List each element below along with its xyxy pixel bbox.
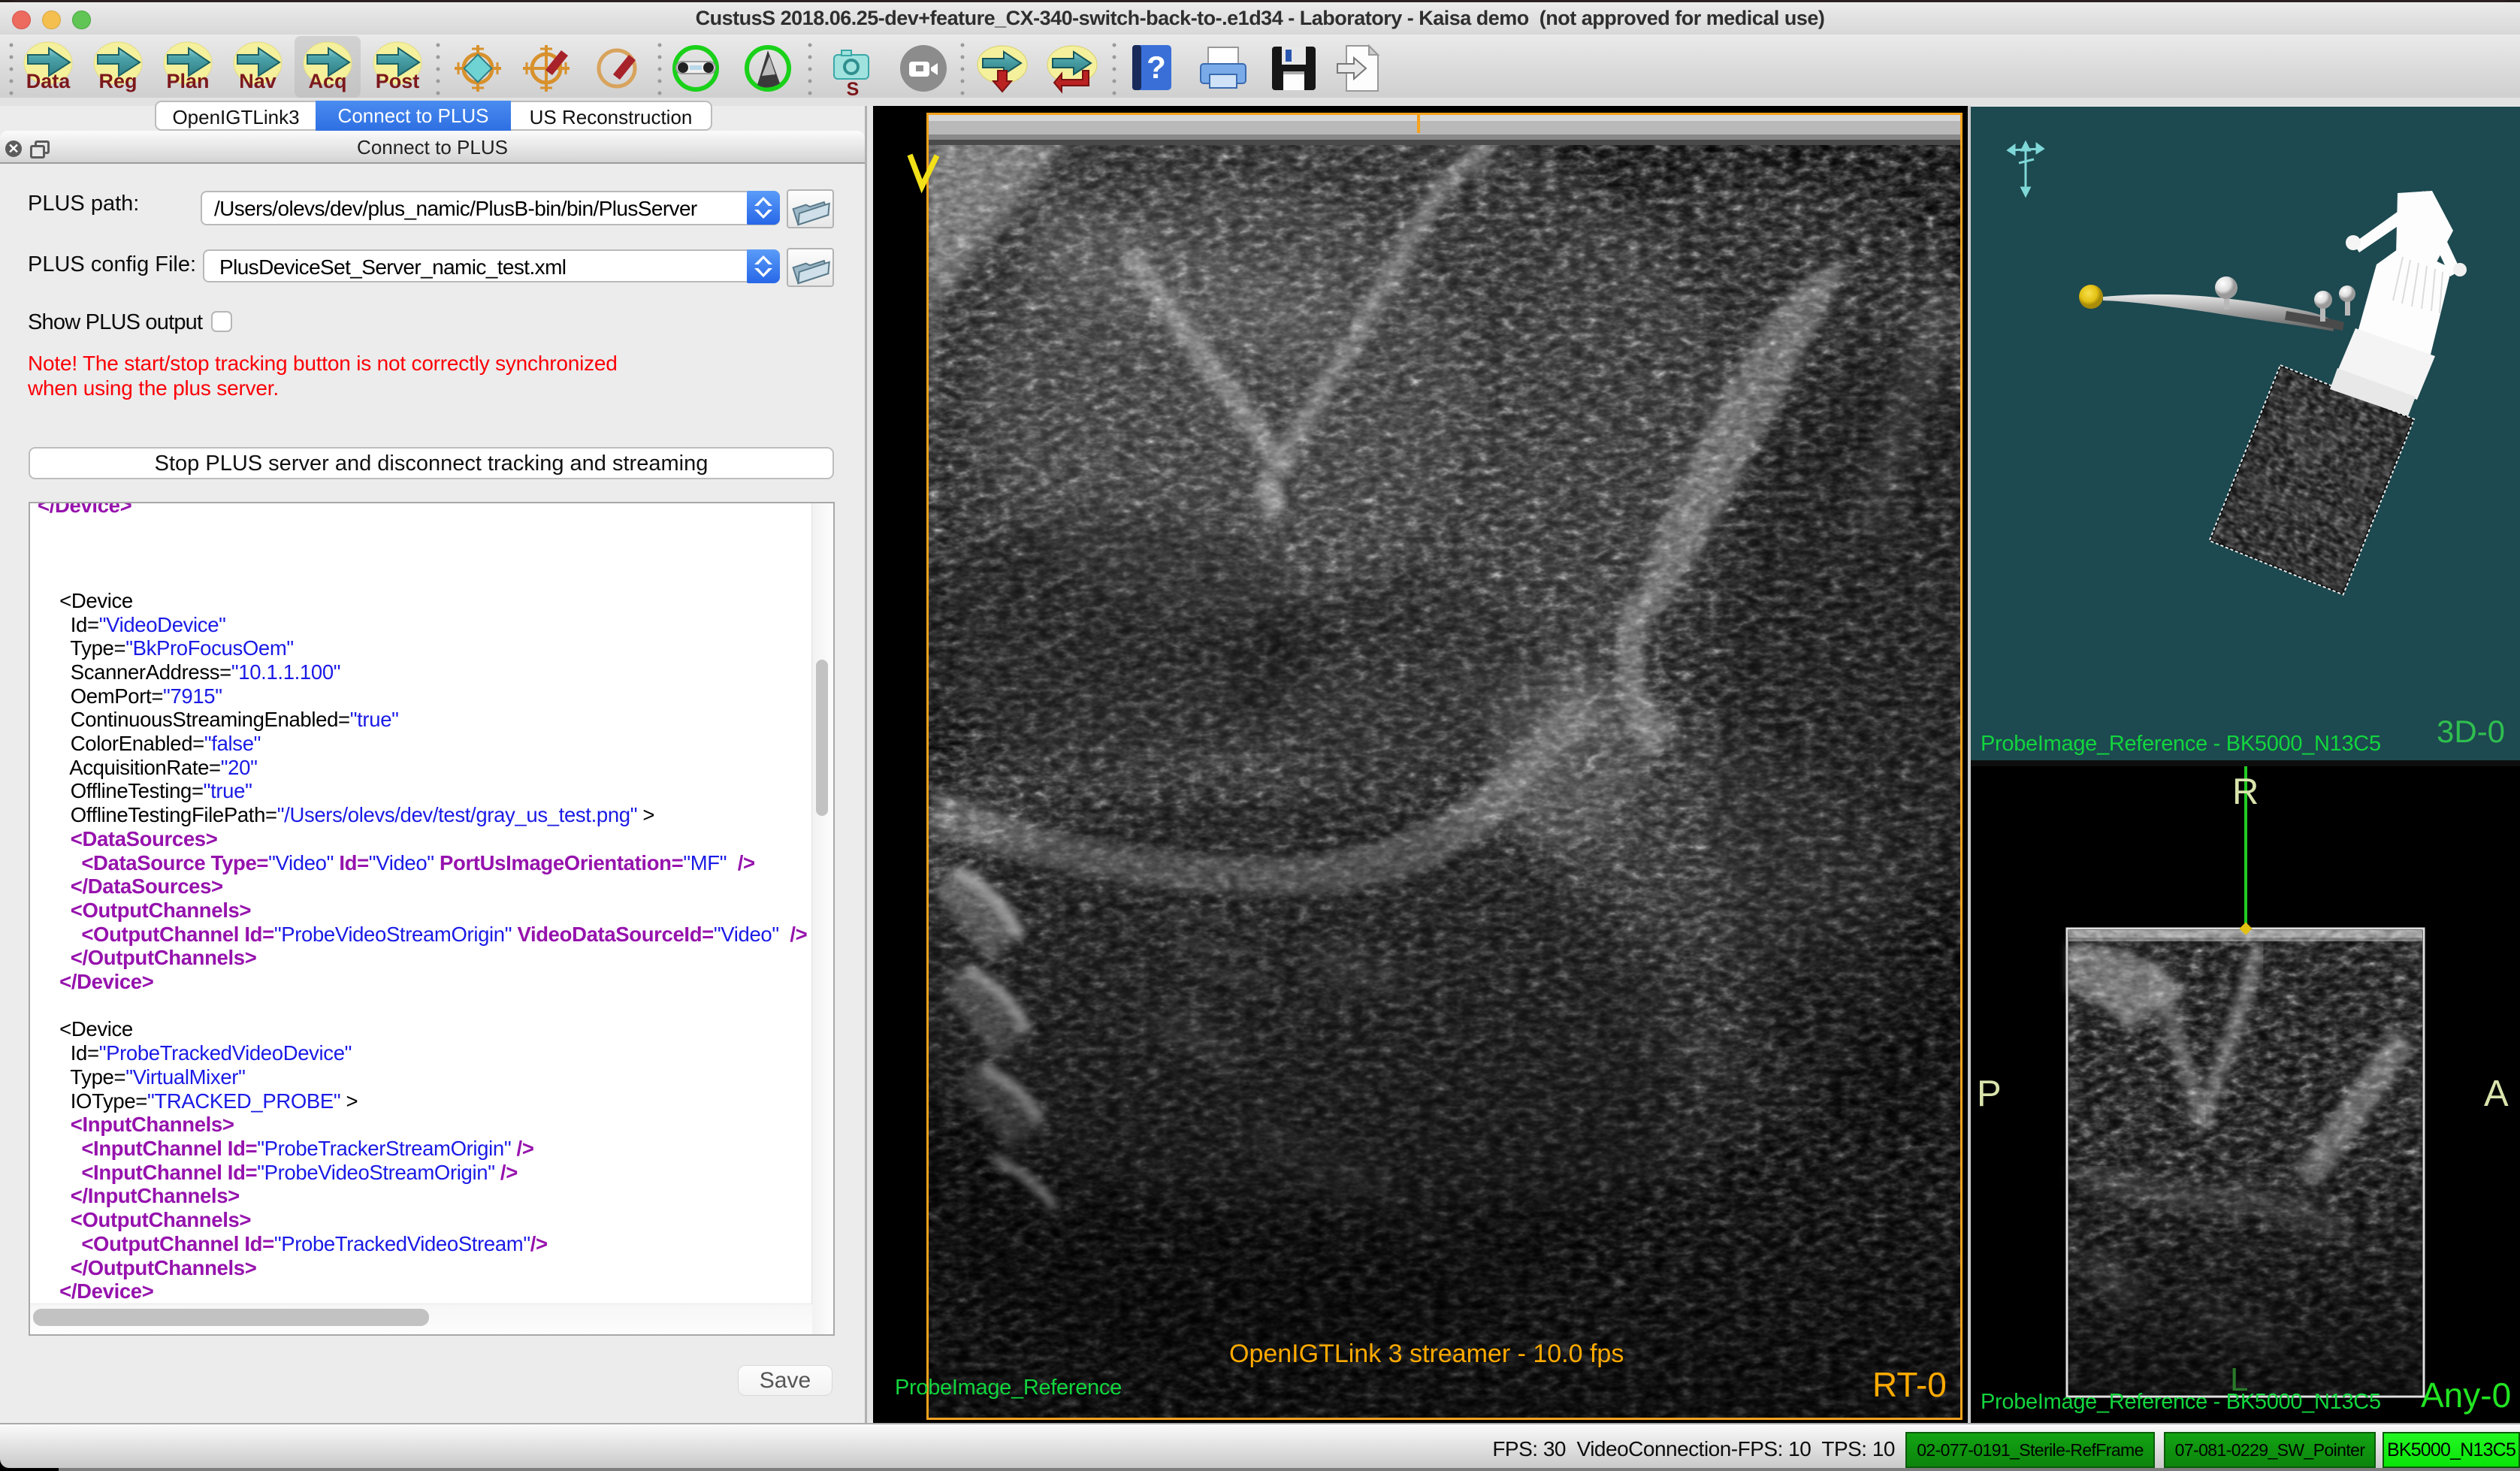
svg-text:S: S	[847, 79, 860, 98]
svg-text:?: ?	[1147, 50, 1166, 85]
